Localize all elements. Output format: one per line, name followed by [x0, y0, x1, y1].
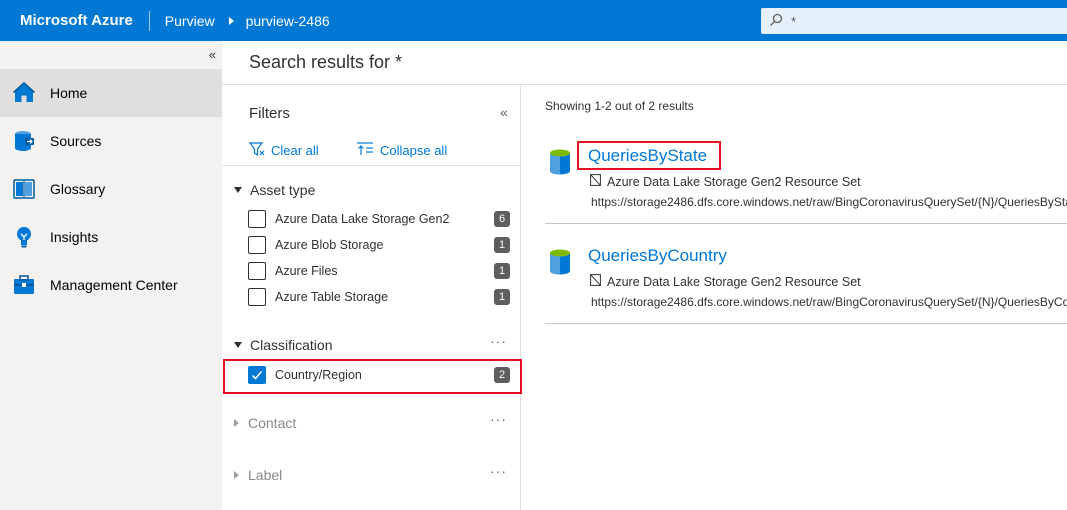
caret-right-icon: [234, 471, 239, 479]
label-more-icon[interactable]: ···: [490, 463, 507, 479]
collapse-nav-icon[interactable]: «: [209, 47, 216, 62]
nav-item-insights[interactable]: Insights: [0, 213, 222, 261]
clear-all-label: Clear all: [271, 143, 319, 158]
contact-group-header[interactable]: Contact: [234, 415, 296, 431]
clear-filter-icon: [248, 141, 265, 160]
group-label: Label: [248, 467, 283, 483]
result-type-label: Azure Data Lake Storage Gen2 Resource Se…: [607, 274, 861, 289]
data-lake-icon: [548, 148, 572, 181]
classification-group-header[interactable]: Classification: [234, 337, 332, 353]
collapse-all-button[interactable]: Collapse all: [356, 141, 447, 160]
home-icon: [11, 80, 37, 106]
result-type: Azure Data Lake Storage Gen2 Resource Se…: [590, 174, 861, 189]
count-badge: 1: [494, 289, 510, 305]
nav-item-glossary[interactable]: Glossary: [0, 165, 222, 213]
sources-icon: [11, 128, 37, 154]
filters-panel: Filters « Clear all Collapse all Asset t…: [222, 85, 521, 510]
search-value: *: [791, 13, 797, 29]
nav-item-label: Home: [50, 85, 88, 101]
filter-option[interactable]: Azure Blob Storage 1: [248, 234, 512, 256]
filters-divider: [222, 165, 521, 166]
resource-set-icon: [590, 174, 601, 189]
filter-option-label: Azure Table Storage: [275, 290, 389, 304]
result-type: Azure Data Lake Storage Gen2 Resource Se…: [590, 274, 861, 289]
insights-icon: [11, 224, 37, 250]
nav-item-label: Insights: [50, 229, 99, 245]
result-divider: [545, 223, 1067, 224]
filter-option[interactable]: Azure Files 1: [248, 260, 512, 282]
management-center-icon: [11, 272, 37, 298]
collapse-all-icon: [356, 141, 374, 160]
label-group-header[interactable]: Label: [234, 467, 282, 483]
page-title: Search results for *: [249, 52, 403, 72]
nav-item-label: Glossary: [50, 181, 106, 197]
filter-option[interactable]: Azure Data Lake Storage Gen2 6: [248, 208, 512, 230]
group-label: Contact: [248, 415, 297, 431]
filter-option-label: Azure Files: [275, 264, 338, 278]
breadcrumb-chevron-icon: [228, 16, 234, 25]
page-header: Search results for *: [222, 41, 1067, 85]
collapse-all-label: Collapse all: [380, 143, 448, 158]
glossary-icon: [11, 176, 37, 202]
collapse-filters-icon[interactable]: «: [500, 104, 508, 120]
group-label: Classification: [250, 337, 333, 353]
result-title-link[interactable]: QueriesByCountry: [588, 246, 727, 266]
results-count: Showing 1-2 out of 2 results: [545, 99, 694, 113]
asset-type-group-header[interactable]: Asset type: [234, 182, 315, 198]
data-lake-icon: [548, 248, 572, 281]
result-title-highlight: [577, 141, 721, 170]
breadcrumb-purview[interactable]: Purview: [150, 13, 215, 29]
search-icon: [769, 13, 783, 30]
result-divider: [545, 323, 1067, 324]
result-type-label: Azure Data Lake Storage Gen2 Resource Se…: [607, 174, 861, 189]
breadcrumb-account[interactable]: purview-2486: [246, 13, 330, 29]
checkbox[interactable]: [248, 210, 266, 228]
left-nav: « Home Sources Glossary Insights Managem…: [0, 41, 222, 510]
result-url: https://storage2486.dfs.core.windows.net…: [591, 195, 1067, 209]
checkbox[interactable]: [248, 262, 266, 280]
resource-set-icon: [590, 274, 601, 289]
contact-more-icon[interactable]: ···: [490, 411, 507, 427]
group-label: Asset type: [250, 182, 316, 198]
classification-highlight: [223, 359, 522, 394]
checkbox[interactable]: [248, 288, 266, 306]
filter-option[interactable]: Azure Table Storage 1: [248, 286, 512, 308]
filters-title: Filters: [249, 105, 290, 122]
result-url: https://storage2486.dfs.core.windows.net…: [591, 295, 1067, 309]
nav-item-management-center[interactable]: Management Center: [0, 261, 222, 309]
filter-option-label: Azure Blob Storage: [275, 238, 384, 252]
count-badge: 1: [494, 237, 510, 253]
classification-more-icon[interactable]: ···: [490, 333, 507, 349]
clear-all-button[interactable]: Clear all: [248, 141, 319, 160]
nav-item-label: Sources: [50, 133, 102, 149]
top-bar: Microsoft Azure Purview purview-2486 *: [0, 0, 1067, 41]
caret-right-icon: [234, 419, 239, 427]
brand-title[interactable]: Microsoft Azure: [0, 12, 149, 29]
nav-item-label: Management Center: [50, 277, 178, 293]
filter-option-label: Azure Data Lake Storage Gen2: [275, 212, 450, 226]
nav-item-home[interactable]: Home: [0, 69, 222, 117]
global-search-input[interactable]: *: [761, 8, 1067, 34]
count-badge: 6: [494, 211, 510, 227]
checkbox[interactable]: [248, 236, 266, 254]
nav-item-sources[interactable]: Sources: [0, 117, 222, 165]
count-badge: 1: [494, 263, 510, 279]
caret-down-icon: [234, 187, 242, 193]
caret-down-icon: [234, 342, 242, 348]
